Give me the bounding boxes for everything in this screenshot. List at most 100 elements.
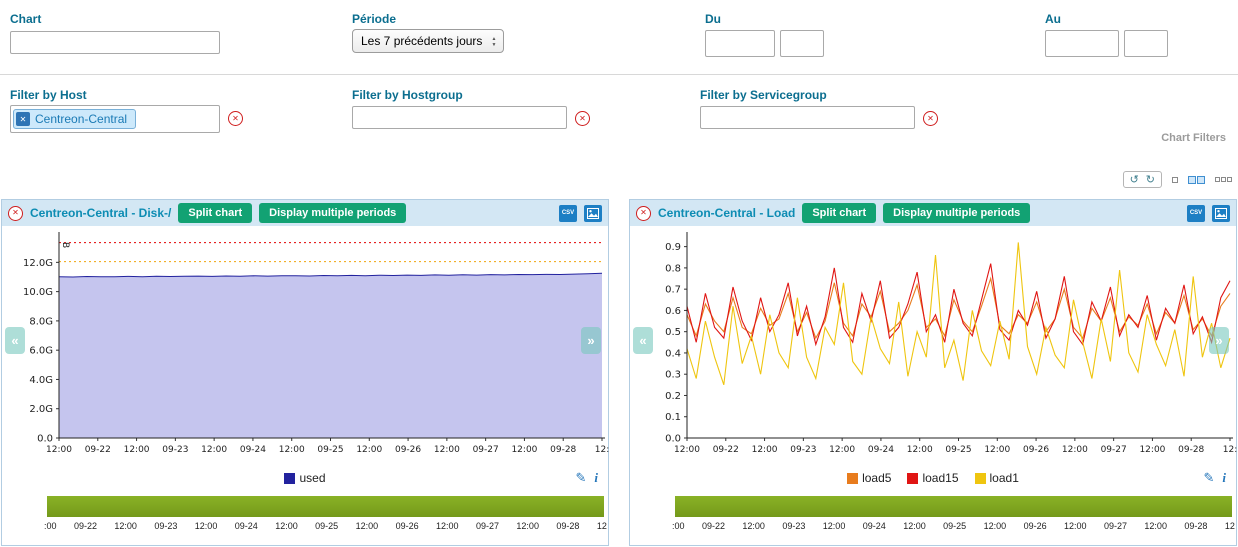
two-column-view-icon[interactable] (1188, 176, 1205, 184)
clear-servicegroup-filter-icon[interactable]: ✕ (923, 111, 938, 126)
svg-text:0.9: 0.9 (665, 242, 681, 253)
svg-text:12:00: 12:00 (752, 445, 778, 455)
svg-text:12:00: 12:00 (1062, 445, 1088, 455)
legend-item-load1[interactable]: load1 (975, 471, 1019, 485)
info-icon[interactable]: i (1222, 470, 1226, 486)
panel-header: ✕ Centreon-Central - Disk-/ Split chart … (2, 200, 608, 226)
edit-icon[interactable]: ✎ (575, 470, 586, 486)
arrow-down-icon: ▼ (492, 42, 497, 48)
chart-filter-label: Chart (10, 12, 41, 26)
split-chart-button[interactable]: Split chart (802, 203, 876, 223)
svg-text:09-23: 09-23 (790, 445, 816, 455)
close-chart-icon[interactable]: ✕ (8, 206, 23, 221)
svg-text:09-28: 09-28 (550, 445, 576, 455)
remove-host-tag-icon[interactable]: ✕ (16, 112, 30, 126)
svg-text:09-26: 09-26 (1023, 445, 1049, 455)
periode-select[interactable]: Les 7 précédents jours ▲ ▼ (352, 29, 504, 53)
timeline-label: 12:00 (516, 521, 539, 531)
au-date-input[interactable] (1045, 30, 1119, 57)
svg-text:0.4: 0.4 (665, 348, 681, 359)
svg-text:12:00: 12:00 (279, 445, 305, 455)
scroll-left-button[interactable]: « (5, 327, 25, 354)
legend-label: load5 (862, 471, 891, 485)
timeline-label: 12:00 (195, 521, 218, 531)
chart-tools: ✎ i (1203, 470, 1226, 486)
svg-text:09-28: 09-28 (1178, 445, 1204, 455)
info-icon[interactable]: i (594, 470, 598, 486)
three-column-view-icon[interactable] (1215, 177, 1232, 182)
timeline-label: 09-25 (943, 521, 966, 531)
svg-text:6.0G: 6.0G (29, 346, 53, 357)
timeline-label: 12:00 (823, 521, 846, 531)
chart-tools: ✎ i (575, 470, 598, 486)
legend-swatch (975, 473, 986, 484)
du-label: Du (705, 12, 721, 26)
svg-text:2.0G: 2.0G (29, 404, 53, 415)
timeline-labels: :0009-2212:0009-2312:0009-2412:0009-2512… (672, 521, 1235, 531)
clear-host-filter-icon[interactable]: ✕ (228, 111, 243, 126)
svg-text:0.2: 0.2 (665, 391, 681, 402)
split-chart-button[interactable]: Split chart (178, 203, 252, 223)
svg-text:4.0G: 4.0G (29, 375, 53, 386)
export-image-icon[interactable] (584, 205, 602, 222)
close-chart-icon[interactable]: ✕ (636, 206, 651, 221)
svg-text:12:00: 12:00 (356, 445, 382, 455)
timeline-label: 12:00 (1144, 521, 1167, 531)
centreon-performance-graphs-page: Chart Période Les 7 précédents jours ▲ ▼… (0, 0, 1238, 547)
scroll-right-button[interactable]: » (1209, 327, 1229, 354)
au-time-input[interactable] (1124, 30, 1168, 57)
svg-text:09-24: 09-24 (240, 445, 266, 455)
svg-text:12:: 12: (595, 445, 609, 455)
svg-text:12:00: 12:00 (124, 445, 150, 455)
svg-text:0.0: 0.0 (37, 434, 53, 445)
one-column-view-icon[interactable] (1172, 177, 1178, 183)
host-filter-input[interactable]: ✕ Centreon-Central (10, 105, 220, 133)
legend-item-used[interactable]: used (284, 471, 325, 485)
display-multiple-periods-button[interactable]: Display multiple periods (259, 203, 406, 223)
host-tag: ✕ Centreon-Central (13, 109, 136, 129)
timeline-label: 12 (1225, 521, 1235, 531)
timeline-label: 09-28 (556, 521, 579, 531)
periode-selected-value: Les 7 précédents jours (361, 34, 482, 48)
svg-text:12:00: 12:00 (674, 445, 700, 455)
timeline-slider[interactable] (47, 496, 604, 517)
refresh-icon[interactable]: ↺ (1130, 173, 1139, 186)
display-multiple-periods-button[interactable]: Display multiple periods (883, 203, 1030, 223)
svg-text:09-22: 09-22 (85, 445, 111, 455)
hostgroup-filter-input[interactable] (352, 106, 567, 129)
scroll-left-button[interactable]: « (633, 327, 653, 354)
filter-by-servicegroup-label: Filter by Servicegroup (700, 88, 827, 102)
auto-refresh-icon[interactable]: ↻ (1146, 173, 1155, 186)
disk-usage-chart: 0.02.0G4.0G6.0G8.0G10.0G12.0G12:0009-221… (2, 228, 610, 460)
chart-filter-input[interactable] (10, 31, 220, 54)
edit-icon[interactable]: ✎ (1203, 470, 1214, 486)
timeline-label: 12:00 (114, 521, 137, 531)
svg-text:12:00: 12:00 (1139, 445, 1165, 455)
svg-text:09-24: 09-24 (868, 445, 894, 455)
clear-hostgroup-filter-icon[interactable]: ✕ (575, 111, 590, 126)
export-image-icon[interactable] (1212, 205, 1230, 222)
svg-text:8.0G: 8.0G (29, 316, 53, 327)
svg-text:12:00: 12:00 (434, 445, 460, 455)
timeline-label: 09-28 (1184, 521, 1207, 531)
host-tag-label: Centreon-Central (35, 112, 127, 126)
export-csv-icon[interactable]: CSV (559, 205, 577, 222)
au-label: Au (1045, 12, 1061, 26)
legend-label: load15 (922, 471, 958, 485)
du-time-input[interactable] (780, 30, 824, 57)
select-arrows-icon: ▲ ▼ (487, 33, 501, 50)
legend-item-load5[interactable]: load5 (847, 471, 891, 485)
scroll-right-button[interactable]: » (581, 327, 601, 354)
du-date-input[interactable] (705, 30, 775, 57)
timeline-slider[interactable] (675, 496, 1232, 517)
timeline-label: 12:00 (903, 521, 926, 531)
timeline-label: 12:00 (275, 521, 298, 531)
legend-label: used (299, 471, 325, 485)
timeline-label: 12:00 (1064, 521, 1087, 531)
legend-item-load15[interactable]: load15 (907, 471, 958, 485)
export-csv-icon[interactable]: CSV (1187, 205, 1205, 222)
servicegroup-filter-input[interactable] (700, 106, 915, 129)
svg-text:0.8: 0.8 (665, 263, 681, 274)
timeline-label: 09-24 (863, 521, 886, 531)
svg-text:0.5: 0.5 (665, 327, 681, 338)
